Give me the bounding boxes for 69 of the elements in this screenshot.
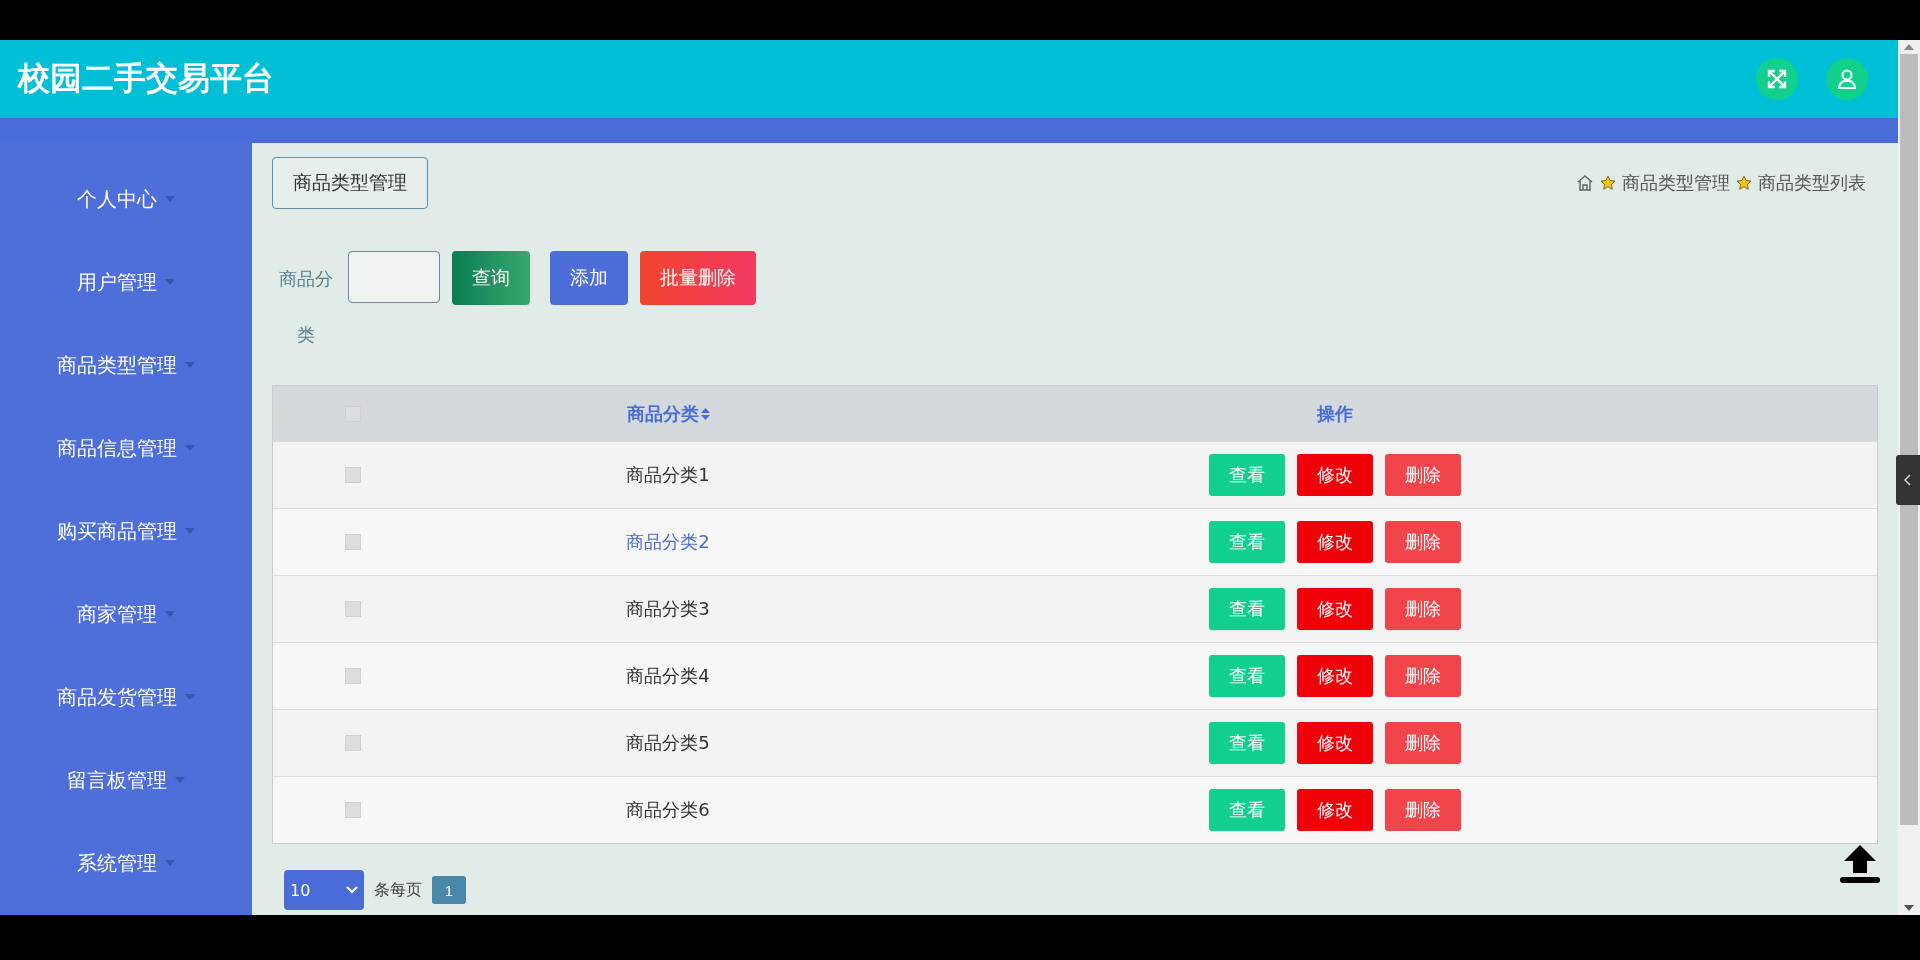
table-cell: 商品分类1 (626, 463, 710, 487)
sidebar-item[interactable]: 系统管理 (77, 845, 175, 881)
del-button[interactable]: 删除 (1385, 454, 1461, 496)
caret-icon (165, 860, 175, 866)
column-header: 操作 (1317, 401, 1353, 426)
del-button[interactable]: 删除 (1385, 722, 1461, 764)
edit-button[interactable]: 修改 (1297, 588, 1373, 630)
edit-button[interactable]: 修改 (1297, 521, 1373, 563)
breadcrumb-link[interactable]: 商品类型列表 (1758, 171, 1866, 195)
search-label: 商品分类 (278, 267, 334, 347)
sidebar-item[interactable]: 个人中心 (77, 181, 175, 217)
delete-button[interactable]: 批量删除 (640, 251, 756, 305)
sidebar-item[interactable]: 用户管理 (77, 264, 175, 300)
sidebar-item[interactable]: 商家管理 (77, 596, 175, 632)
del-button[interactable]: 删除 (1385, 655, 1461, 697)
table-cell: 商品分类3 (626, 597, 710, 621)
star-icon (1736, 175, 1752, 191)
del-button[interactable]: 删除 (1385, 588, 1461, 630)
category-input[interactable] (348, 251, 440, 303)
table-cell: 商品分类2 (626, 530, 710, 554)
scroll-down-icon[interactable] (1904, 905, 1914, 911)
scroll-up-icon[interactable] (1904, 44, 1914, 50)
user-icon[interactable] (1826, 58, 1868, 100)
row-checkbox[interactable] (345, 735, 361, 751)
sidebar-item[interactable]: 商品类型管理 (57, 347, 195, 383)
row-checkbox[interactable] (345, 534, 361, 550)
edit-button[interactable]: 修改 (1297, 454, 1373, 496)
column-header[interactable]: 商品分类 (626, 401, 710, 426)
caret-icon (185, 528, 195, 534)
edit-button[interactable]: 修改 (1297, 789, 1373, 831)
del-button[interactable]: 删除 (1385, 521, 1461, 563)
page-size-select[interactable]: 10 (284, 870, 364, 910)
query-button[interactable]: 查询 (452, 251, 530, 305)
sidebar-item[interactable]: 购买商品管理 (57, 513, 195, 549)
caret-icon (175, 777, 185, 783)
sidebar-item[interactable]: 留言板管理 (67, 762, 185, 798)
caret-icon (165, 279, 175, 285)
table-cell: 商品分类6 (626, 798, 710, 822)
chevron-down-icon (346, 886, 358, 894)
edit-button[interactable]: 修改 (1297, 655, 1373, 697)
row-checkbox[interactable] (345, 467, 361, 483)
edit-button[interactable]: 修改 (1297, 722, 1373, 764)
site-title: 校园二手交易平台 (18, 58, 274, 99)
row-checkbox[interactable] (345, 802, 361, 818)
table-cell: 商品分类5 (626, 731, 710, 755)
star-icon (1600, 175, 1616, 191)
sidebar-item[interactable]: 商品信息管理 (57, 430, 195, 466)
row-checkbox[interactable] (345, 601, 361, 617)
caret-icon (185, 362, 195, 368)
table-cell: 商品分类4 (626, 664, 710, 688)
caret-icon (185, 445, 195, 451)
page-title: 商品类型管理 (272, 157, 428, 209)
del-button[interactable]: 删除 (1385, 789, 1461, 831)
row-checkbox[interactable] (345, 668, 361, 684)
caret-icon (165, 196, 175, 202)
caret-icon (165, 611, 175, 617)
collapse-tab[interactable] (1896, 455, 1920, 505)
sort-icon[interactable] (700, 407, 710, 420)
home-icon[interactable] (1576, 174, 1594, 192)
sidebar-item[interactable]: 商品发货管理 (57, 679, 195, 715)
page-size-label: 条每页 (374, 879, 422, 901)
chevron-left-icon (1904, 474, 1912, 486)
scrollbar-thumb[interactable] (1900, 54, 1918, 825)
breadcrumb-link[interactable]: 商品类型管理 (1622, 171, 1730, 195)
scrollbar[interactable] (1898, 40, 1920, 915)
fullscreen-icon[interactable] (1756, 58, 1798, 100)
add-button[interactable]: 添加 (550, 251, 628, 305)
page-number[interactable]: 1 (432, 876, 466, 904)
caret-icon (185, 694, 195, 700)
